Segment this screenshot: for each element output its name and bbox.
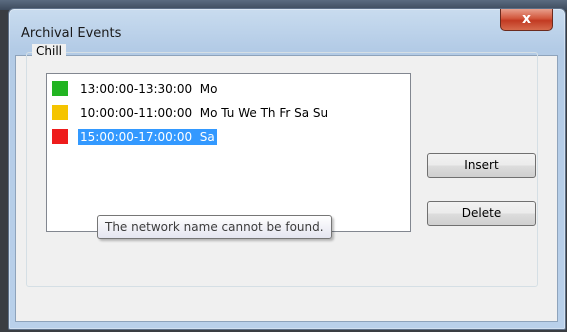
color-swatch	[52, 81, 68, 96]
error-tooltip: The network name cannot be found.	[97, 215, 332, 239]
insert-button[interactable]: Insert	[427, 153, 536, 178]
events-listbox[interactable]: 13:00:00-13:30:00 Mo 10:00:00-11:00:00 M…	[46, 73, 411, 232]
event-label: 10:00:00-11:00:00 Mo Tu We Th Fr Sa Su	[80, 105, 329, 120]
color-swatch	[52, 105, 68, 120]
list-item[interactable]: 10:00:00-11:00:00 Mo Tu We Th Fr Sa Su	[52, 103, 330, 122]
close-button[interactable]: x	[500, 9, 553, 31]
color-swatch	[52, 129, 68, 144]
event-label: 15:00:00-17:00:00 Sa	[78, 128, 217, 145]
list-item[interactable]: 13:00:00-13:30:00 Mo	[52, 79, 219, 98]
close-icon: x	[521, 11, 532, 27]
event-label: 13:00:00-13:30:00 Mo	[80, 81, 218, 96]
delete-button[interactable]: Delete	[427, 201, 536, 226]
list-item-selected[interactable]: 15:00:00-17:00:00 Sa	[52, 127, 217, 146]
window-title: Archival Events	[21, 26, 122, 41]
groupbox-label: Chill	[32, 44, 66, 58]
